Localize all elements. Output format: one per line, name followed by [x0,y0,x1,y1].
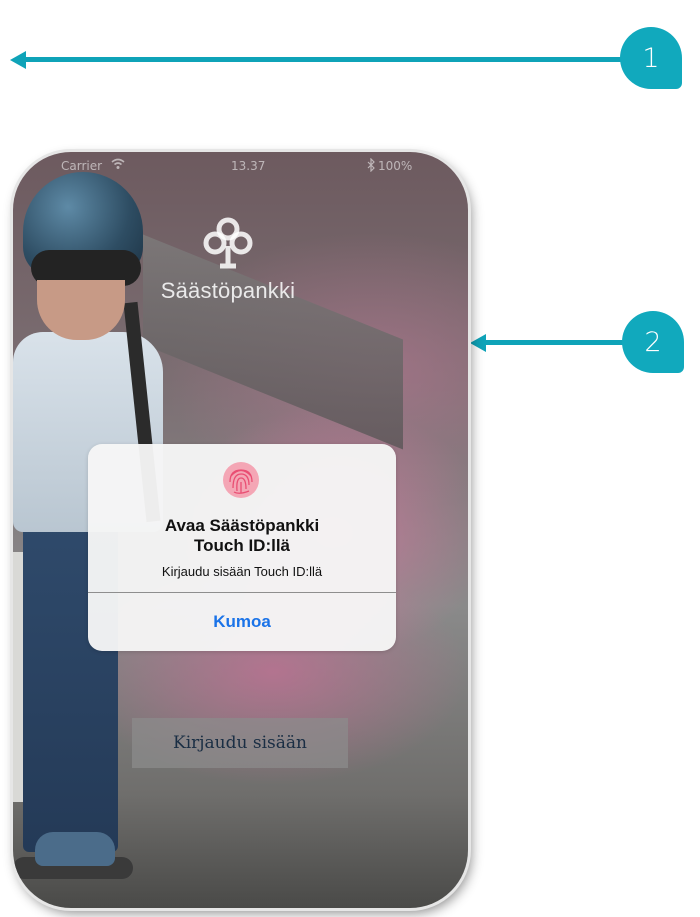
cancel-button[interactable]: Kumoa [88,593,396,651]
alert-message: Kirjaudu sisään Touch ID:llä [161,564,323,579]
touch-id-alert: Avaa Säästöpankki Touch ID:llä Kirjaudu … [88,444,396,651]
fingerprint-icon [223,462,259,498]
callout-badge-2: 2 [622,311,684,373]
alert-title: Avaa Säästöpankki Touch ID:llä [164,516,320,555]
bluetooth-icon [367,158,375,172]
phone-screen: Carrier 13.37 100% Säästöpankki Avaa Sää… [13,152,468,908]
wifi-icon [111,158,125,169]
background-shoe [35,832,115,866]
brand-name: Säästöpankki [160,278,296,303]
tree-icon [203,217,253,269]
login-button[interactable]: Kirjaudu sisään [132,718,348,768]
callout-1-arrow [24,57,630,62]
callout-badge-1: 1 [620,27,682,89]
annotated-screenshot: 1 2 Carrier 13.37 100% Säästöpankki Avaa… [0,0,700,917]
background-wing [143,234,403,450]
status-time: 13.37 [231,159,266,173]
status-battery: 100% [378,159,413,173]
status-carrier: Carrier [61,159,103,173]
callout-2-arrow [484,340,624,345]
status-bar: Carrier 13.37 100% [13,152,468,180]
